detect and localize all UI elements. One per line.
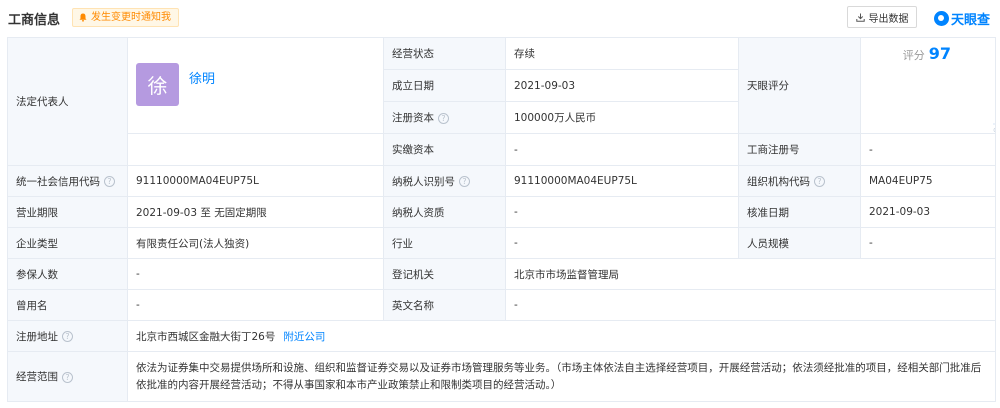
help-icon[interactable]: ? <box>104 176 115 187</box>
paid-capital-label: 实缴资本 <box>383 133 506 166</box>
address-cell: 北京市西城区金融大街丁26号 附近公司 <box>127 320 996 352</box>
staff-size-value: - <box>860 227 996 259</box>
address-label-cell: 注册地址? <box>7 320 128 352</box>
english-name-value: - <box>505 289 996 321</box>
industry-value: - <box>505 227 739 259</box>
legal-rep-name-link[interactable]: 徐明 <box>189 68 215 87</box>
reg-number-label: 工商注册号 <box>738 133 861 166</box>
paid-capital-value: - <box>505 133 739 166</box>
help-icon[interactable]: ? <box>459 176 470 187</box>
bell-icon <box>79 13 87 22</box>
approve-date-label: 核准日期 <box>738 196 861 228</box>
nearby-companies-link[interactable]: 附近公司 <box>283 331 325 343</box>
capital-value: 100000万人民币 <box>505 101 739 134</box>
registration-authority-label: 登记机关 <box>383 258 506 290</box>
business-info-table: 法定代表人 徐 徐明 经营状态 存续 天眼评分 评分 97 0 成立日期 202… <box>7 37 996 402</box>
org-code-value: MA04EUP75 <box>860 165 996 197</box>
company-type-label: 企业类型 <box>7 227 128 259</box>
english-name-label: 英文名称 <box>383 289 506 321</box>
score-prefix: 评分 <box>902 49 925 62</box>
credit-code-label: 统一社会信用代码 <box>16 175 100 188</box>
taxpayer-qualification-value: - <box>505 196 739 228</box>
legal-rep-label: 法定代表人 <box>7 37 128 166</box>
brand-name: 天眼查 <box>951 13 991 28</box>
score-bell-area <box>995 76 996 124</box>
company-type-value: 有限责任公司(法人独资) <box>127 227 384 259</box>
download-icon <box>855 13 865 22</box>
former-name-value: - <box>127 289 384 321</box>
founded-value: 2021-09-03 <box>505 69 739 102</box>
score-axis-tick-label: 0 <box>993 128 995 134</box>
former-name-label: 曾用名 <box>7 289 128 321</box>
capital-label-cell: 注册资本? <box>383 101 506 134</box>
founded-label: 成立日期 <box>383 69 506 102</box>
tianyancha-logo-icon <box>934 11 949 26</box>
credit-code-label-cell: 统一社会信用代码? <box>7 165 128 197</box>
status-value: 存续 <box>505 37 739 70</box>
taxpayer-id-label-cell: 纳税人识别号? <box>383 165 506 197</box>
help-icon[interactable]: ? <box>62 331 73 342</box>
taxpayer-id-label: 纳税人识别号 <box>392 175 455 188</box>
score-axis-ticks: 0181550656780100 <box>993 128 995 134</box>
help-icon[interactable]: ? <box>438 112 449 124</box>
score-distribution-chart: 0181550656780100 <box>993 76 996 134</box>
address-label: 注册地址 <box>16 330 58 343</box>
business-scope-label: 经营范围 <box>16 371 58 383</box>
score-display: 评分 97 <box>903 44 951 63</box>
insured-count-label: 参保人数 <box>7 258 128 290</box>
approve-date-value: 2021-09-03 <box>860 196 996 228</box>
credit-code-value: 91110000MA04EUP75L <box>127 165 384 197</box>
status-label: 经营状态 <box>383 37 506 70</box>
notify-change-button[interactable]: 发生变更时通知我 <box>72 8 179 27</box>
section-header: 工商信息 发生变更时通知我 导出数据 天眼查 <box>0 0 1000 37</box>
insured-count-value: - <box>127 258 384 290</box>
score-bell-curve <box>995 76 996 124</box>
section-title: 工商信息 <box>8 13 61 28</box>
export-label: 导出数据 <box>868 13 909 25</box>
score-cell[interactable]: 评分97 0181550656780100 <box>860 37 996 134</box>
business-scope-value: 依法为证券集中交易提供场所和设施、组织和监督证券交易以及证券市场管理服务等业务。… <box>127 351 996 402</box>
export-data-button[interactable]: 导出数据 <box>847 6 917 28</box>
notify-label: 发生变更时通知我 <box>91 12 171 23</box>
industry-label: 行业 <box>383 227 506 259</box>
avatar[interactable]: 徐 <box>136 63 179 106</box>
empty-cell <box>127 133 384 166</box>
org-code-label: 组织机构代码 <box>747 175 810 188</box>
registration-authority-value: 北京市市场监督管理局 <box>505 258 996 290</box>
brand-logo[interactable]: 天眼查 <box>934 9 990 28</box>
capital-label: 注册资本 <box>392 112 434 124</box>
staff-size-label: 人员规模 <box>738 227 861 259</box>
term-value: 2021-09-03 至 无固定期限 <box>127 196 384 228</box>
legal-rep-cell: 徐 徐明 <box>127 37 384 134</box>
taxpayer-qualification-label: 纳税人资质 <box>383 196 506 228</box>
org-code-label-cell: 组织机构代码? <box>738 165 861 197</box>
score-value: 97 <box>928 44 951 63</box>
term-label: 营业期限 <box>7 196 128 228</box>
address-value: 北京市西城区金融大街丁26号 <box>136 330 276 343</box>
help-icon[interactable]: ? <box>814 176 825 187</box>
score-label: 天眼评分 <box>738 37 861 134</box>
business-scope-label-cell: 经营范围? <box>7 351 128 402</box>
help-icon[interactable]: ? <box>62 371 73 383</box>
taxpayer-id-value: 91110000MA04EUP75L <box>505 165 739 197</box>
reg-number-value: - <box>860 133 996 166</box>
